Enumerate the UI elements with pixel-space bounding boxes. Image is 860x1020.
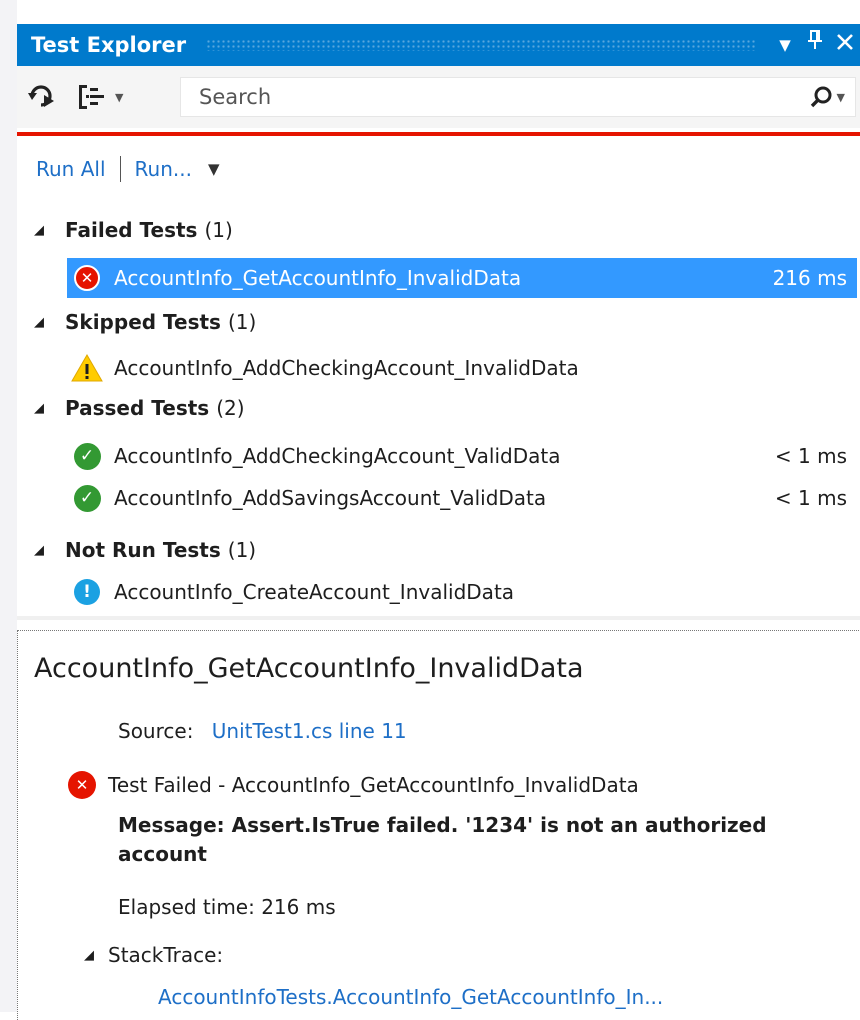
collapse-triangle-icon[interactable]: ◢ (34, 543, 44, 558)
action-separator (119, 156, 121, 182)
search-input[interactable] (181, 84, 809, 110)
window-dropdown-button[interactable]: ▼ (770, 24, 800, 66)
status-text: Test Failed - AccountInfo_GetAccountInfo… (108, 773, 639, 797)
group-passed-tests[interactable]: ◢ Passed Tests (2) (34, 396, 245, 420)
stack-frame-link[interactable]: AccountInfoTests.AccountInfo_GetAccountI… (158, 985, 663, 1009)
group-by-dropdown-icon: ▼ (115, 90, 124, 104)
toolbar: ▼ ▼ (17, 66, 860, 128)
left-margin (0, 0, 17, 1012)
group-name: Failed Tests (65, 218, 198, 242)
test-name: AccountInfo_CreateAccount_InvalidData (114, 580, 515, 604)
source-label: Source: (118, 719, 194, 743)
search-icon (810, 86, 832, 108)
group-by-icon (79, 85, 104, 109)
test-explorer-window: Test Explorer ▼ ▼ Search ▼ Run All Run..… (0, 0, 860, 1020)
run-link[interactable]: Run... (135, 157, 192, 181)
test-row-not-run[interactable]: ! AccountInfo_CreateAccount_InvalidData (67, 572, 857, 612)
title-bar: Test Explorer ▼ (17, 24, 860, 66)
run-dropdown-icon[interactable]: ▼ (208, 160, 220, 178)
test-name: AccountInfo_AddSavingsAccount_ValidData (114, 486, 547, 510)
test-duration: 216 ms (772, 266, 847, 290)
failure-status-bar (17, 132, 860, 136)
passed-icon: ✓ (70, 439, 104, 473)
test-row-failed[interactable]: ✕ AccountInfo_GetAccountInfo_InvalidData… (67, 258, 857, 298)
info-icon: ! (70, 575, 104, 609)
test-name: AccountInfo_AddCheckingAccount_ValidData (114, 444, 561, 468)
close-button[interactable] (830, 24, 860, 66)
group-name: Skipped Tests (65, 310, 221, 334)
group-count: (1) (227, 538, 257, 562)
test-duration: < 1 ms (774, 486, 847, 510)
pin-glyph (808, 30, 822, 49)
run-actions: Run All Run... ▼ (36, 156, 219, 182)
warning-icon (70, 351, 104, 385)
window-title: Test Explorer (31, 33, 187, 57)
collapse-triangle-icon[interactable]: ◢ (84, 948, 94, 963)
pin-icon[interactable] (800, 24, 830, 66)
detail-title: AccountInfo_GetAccountInfo_InvalidData (34, 653, 584, 684)
collapse-triangle-icon[interactable]: ◢ (34, 223, 44, 238)
failure-message: Message: Assert.IsTrue failed. '1234' is… (118, 813, 767, 866)
test-detail-pane: AccountInfo_GetAccountInfo_InvalidData S… (17, 630, 859, 1020)
detail-status: ✕ Test Failed - AccountInfo_GetAccountIn… (68, 771, 639, 799)
passed-icon: ✓ (70, 481, 104, 515)
run-all-link[interactable]: Run All (36, 157, 106, 181)
group-not-run-tests[interactable]: ◢ Not Run Tests (1) (34, 538, 256, 562)
test-name: AccountInfo_GetAccountInfo_InvalidData (114, 266, 522, 290)
test-row-passed[interactable]: ✓ AccountInfo_AddCheckingAccount_ValidDa… (67, 436, 857, 476)
test-row-passed[interactable]: ✓ AccountInfo_AddSavingsAccount_ValidDat… (67, 478, 857, 518)
search-button[interactable]: ▼ (809, 85, 855, 109)
group-skipped-tests[interactable]: ◢ Skipped Tests (1) (34, 310, 256, 334)
detail-source: Source: UnitTest1.cs line 11 (118, 719, 407, 743)
stacktrace-header[interactable]: ◢ StackTrace: (84, 943, 223, 967)
test-duration: < 1 ms (774, 444, 847, 468)
failed-icon: ✕ (68, 771, 96, 799)
title-grip[interactable] (206, 39, 756, 51)
group-count: (1) (227, 310, 257, 334)
warning-triangle-glyph (71, 353, 103, 382)
collapse-triangle-icon[interactable]: ◢ (34, 315, 44, 330)
search-box: ▼ (180, 77, 856, 117)
run-refresh-button[interactable] (27, 82, 57, 112)
failed-icon: ✕ (70, 261, 104, 295)
search-dropdown-icon: ▼ (836, 90, 845, 104)
group-count: (2) (216, 396, 245, 420)
group-failed-tests[interactable]: ◢ Failed Tests (1) (34, 218, 233, 242)
group-count: (1) (204, 218, 233, 242)
stacktrace-label: StackTrace: (108, 943, 224, 967)
run-refresh-icon (28, 85, 54, 107)
group-by-button[interactable]: ▼ (77, 82, 123, 112)
pane-splitter[interactable] (17, 616, 860, 620)
test-row-skipped[interactable]: AccountInfo_AddCheckingAccount_InvalidDa… (67, 348, 857, 388)
source-link[interactable]: UnitTest1.cs line 11 (212, 719, 407, 743)
close-icon (837, 34, 853, 50)
group-name: Passed Tests (65, 396, 210, 420)
elapsed-time: Elapsed time: 216 ms (118, 895, 336, 919)
top-margin (0, 0, 860, 22)
test-name: AccountInfo_AddCheckingAccount_InvalidDa… (114, 356, 579, 380)
collapse-triangle-icon[interactable]: ◢ (34, 401, 44, 416)
group-name: Not Run Tests (65, 538, 221, 562)
